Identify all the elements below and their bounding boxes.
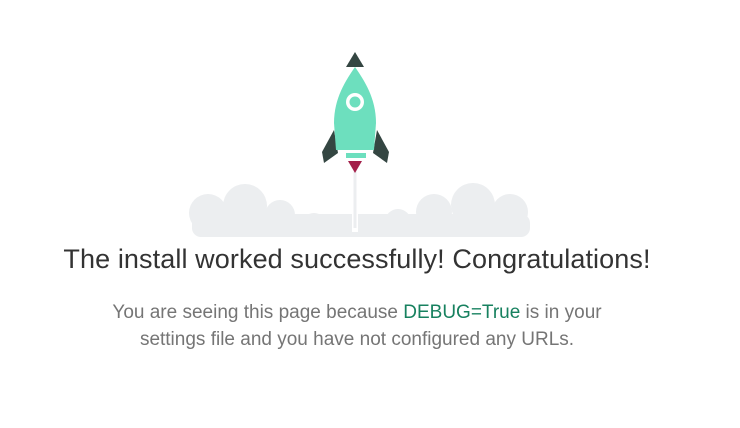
debug-setting-text: DEBUG=True: [403, 302, 521, 323]
description-text-before: You are seeing this page because: [112, 302, 404, 323]
page-title: The install worked successfully! Congrat…: [63, 244, 651, 274]
rocket-right-fin: [373, 130, 389, 163]
rocket-launch-icon: [189, 52, 530, 237]
rocket-flame: [348, 161, 362, 173]
exhaust-trail-line: [353, 170, 357, 228]
rocket-nose: [346, 52, 364, 67]
cloud-icon: [189, 183, 530, 237]
welcome-description: You are seeing this page because DEBUG=T…: [110, 300, 604, 353]
rocket-nozzle: [346, 153, 366, 158]
django-welcome-page: The install worked successfully! Congrat…: [0, 0, 740, 428]
